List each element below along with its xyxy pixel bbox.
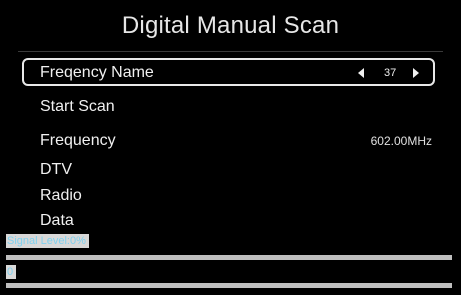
menu-item-frequency-name[interactable]: Freqency Name 37	[40, 61, 440, 85]
menu-item-frequency[interactable]: Frequency 602.00MHz	[40, 129, 440, 153]
signal-level-label: Signal Level:0%	[6, 234, 89, 248]
start-scan-label: Start Scan	[40, 98, 115, 115]
dtv-label: DTV	[40, 161, 72, 178]
menu-item-start-scan[interactable]: Start Scan	[40, 95, 440, 119]
frequency-value: 602.00MHz	[370, 134, 432, 148]
page-title: Digital Manual Scan	[121, 12, 340, 39]
data-label: Data	[40, 212, 74, 229]
arrow-right-icon[interactable]	[413, 68, 419, 78]
menu-item-data: Data	[40, 209, 440, 233]
frequency-name-value: 37	[384, 67, 397, 79]
menu-item-radio: Radio	[40, 184, 440, 208]
frequency-name-label: Freqency Name	[40, 64, 154, 81]
arrow-left-icon[interactable]	[358, 68, 364, 78]
radio-label: Radio	[40, 187, 82, 204]
frequency-label: Frequency	[40, 132, 116, 149]
signal-quality-label: 0	[6, 265, 17, 279]
menu-item-dtv: DTV	[40, 158, 440, 182]
title-divider	[18, 51, 443, 52]
signal-level-bar	[6, 255, 452, 260]
signal-quality-bar	[6, 283, 452, 288]
